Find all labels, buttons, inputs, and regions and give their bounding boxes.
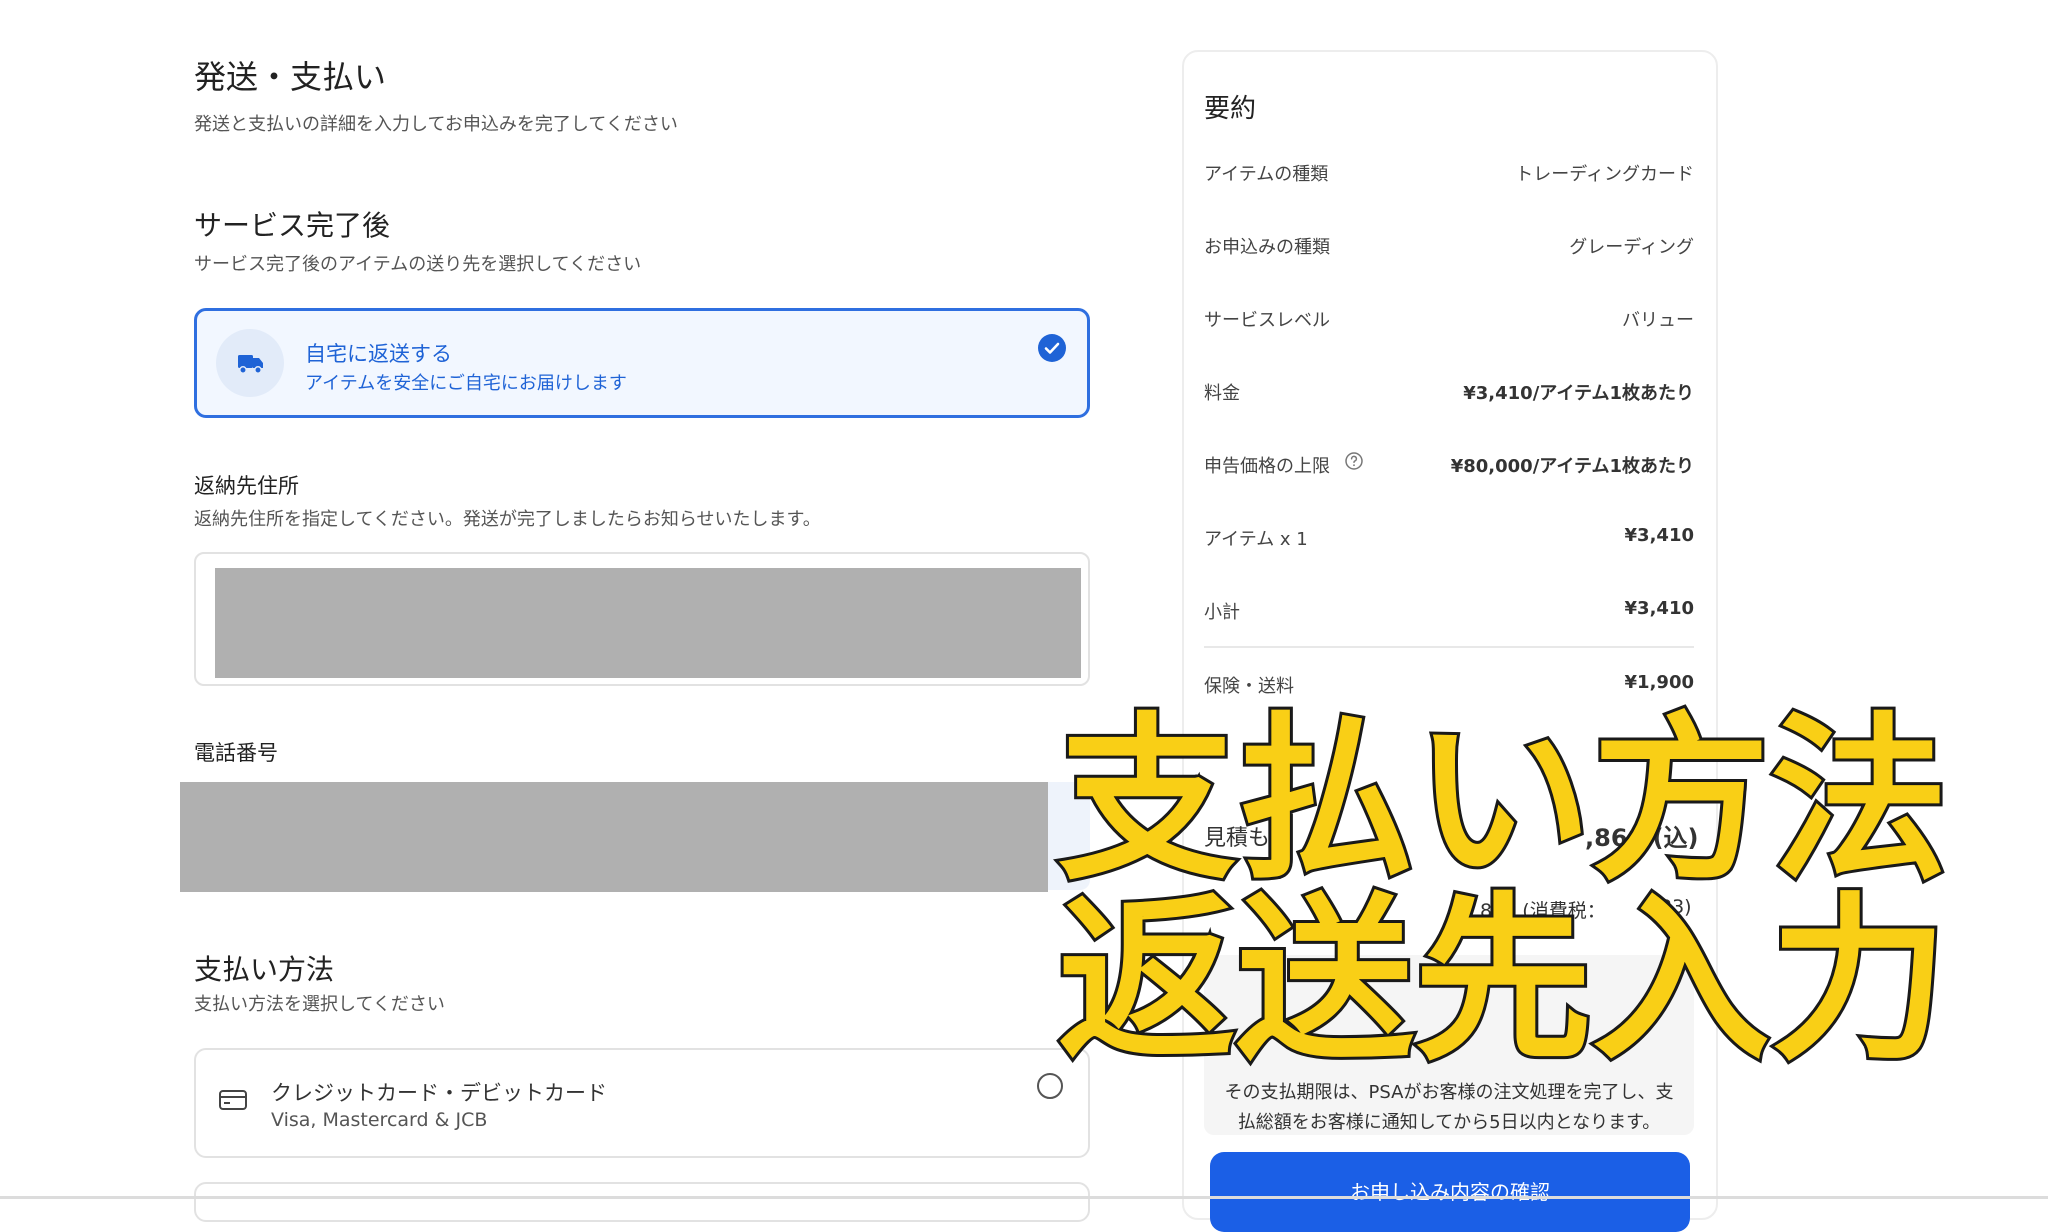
summary-label-insurance-shipping: 保険・送料 xyxy=(1204,676,1294,697)
payment-subheading: 支払い方法を選択してください xyxy=(194,994,445,1015)
summary-label-item-type: アイテムの種類 xyxy=(1204,164,1329,185)
summary-label-subtotal: 小計 xyxy=(1204,602,1240,623)
summary-heading: 要約 xyxy=(1204,94,1257,124)
page-subtitle: 発送と支払いの詳細を入力してお申込みを完了してください xyxy=(194,114,678,135)
return-home-subtitle: アイテムを安全にご自宅にお届けします xyxy=(305,373,627,394)
summary-label-application-type: お申込みの種類 xyxy=(1204,237,1330,258)
after-service-heading: サービス完了後 xyxy=(194,209,391,242)
summary-value-application-type: グレーディング xyxy=(1569,237,1694,258)
summary-label-items: アイテム x 1 xyxy=(1204,529,1308,550)
summary-value-insurance-shipping: ¥1,900 xyxy=(1624,672,1694,693)
summary-value-fee: ¥3,410/アイテム1枚あたり xyxy=(1463,383,1694,404)
phone-redaction xyxy=(180,782,1048,892)
summary-divider xyxy=(1204,646,1694,648)
return-address-heading: 返納先住所 xyxy=(194,474,299,498)
summary-value-item-type: トレーディングカード xyxy=(1515,164,1694,185)
address-redaction xyxy=(215,568,1081,678)
summary-label-declared-value: 申告価格の上限 xyxy=(1204,456,1330,477)
truck-icon xyxy=(216,329,284,397)
credit-card-icon xyxy=(218,1088,248,1116)
return-home-title: 自宅に返送する xyxy=(305,342,452,366)
check-icon xyxy=(1038,334,1066,362)
overlay-caption-line1: 支払い方法 xyxy=(1055,697,1951,904)
summary-value-service-level: バリュー xyxy=(1622,310,1694,331)
next-payment-option[interactable] xyxy=(194,1182,1090,1222)
summary-value-declared-value: ¥80,000/アイテム1枚あたり xyxy=(1450,456,1694,477)
after-service-subheading: サービス完了後のアイテムの送り先を選択してください xyxy=(194,254,642,275)
credit-card-subtitle: Visa, Mastercard & JCB xyxy=(271,1109,488,1131)
summary-value-items: ¥3,410 xyxy=(1624,525,1694,546)
credit-card-title: クレジットカード・デビットカード xyxy=(271,1081,607,1105)
summary-label-service-level: サービスレベル xyxy=(1204,310,1330,331)
help-icon[interactable] xyxy=(1344,451,1364,475)
page-title: 発送・支払い xyxy=(194,58,387,96)
payment-heading: 支払い方法 xyxy=(194,953,335,986)
return-address-subheading: 返納先住所を指定してください。発送が完了しましたらお知らせいたします。 xyxy=(194,509,821,530)
summary-label-fee: 料金 xyxy=(1204,383,1240,404)
notice-line-2: 払総額をお客様に通知してから5日以内となります。 xyxy=(1237,1112,1661,1133)
phone-heading: 電話番号 xyxy=(194,741,278,765)
overlay-caption-line2: 返送先入力 xyxy=(1055,877,1951,1084)
summary-value-subtotal: ¥3,410 xyxy=(1624,598,1694,619)
confirm-application-button[interactable]: お申し込み内容の確認 xyxy=(1210,1152,1690,1232)
